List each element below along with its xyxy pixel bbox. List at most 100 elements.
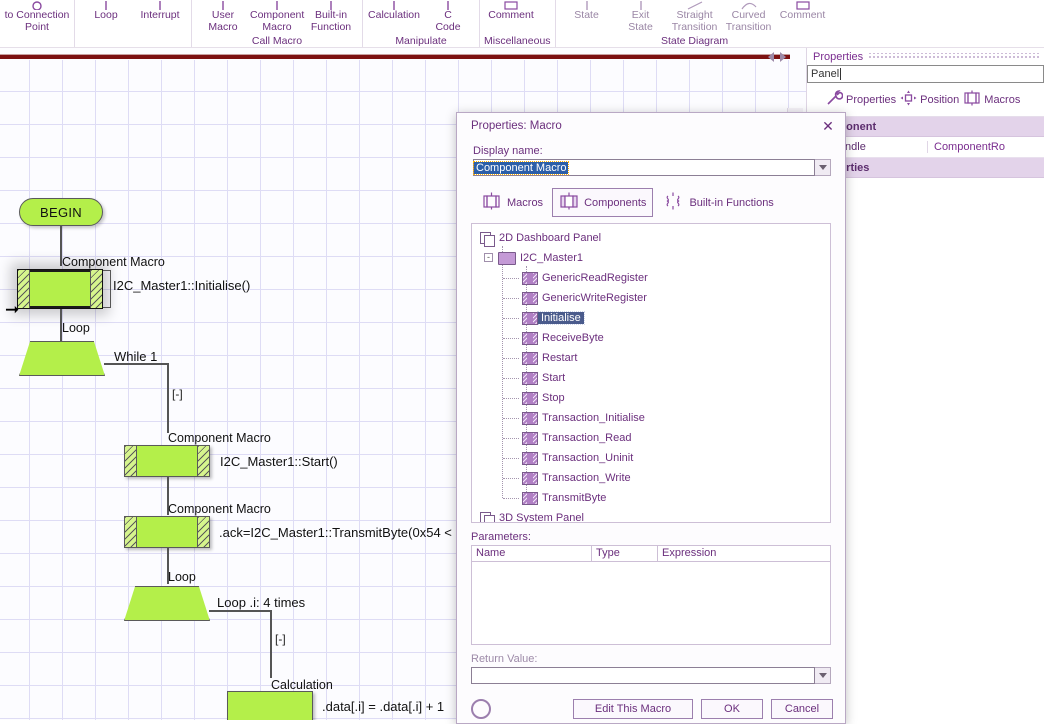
tree-item-start[interactable]: Start <box>472 368 830 388</box>
ribbon-button-label: User <box>211 9 235 21</box>
flow-node-calculation[interactable] <box>227 691 313 720</box>
ribbon-button-label: Exit <box>631 9 650 21</box>
flow-node-expr-initialise: I2C_Master1::Initialise() <box>113 278 251 293</box>
ribbon-button-loop[interactable]: Loop <box>79 0 133 22</box>
flow-node-title-transmitbyte: Component Macro <box>168 502 271 516</box>
tree-item-label: 2D Dashboard Panel <box>499 232 602 244</box>
flow-connector <box>270 610 272 678</box>
dialog-tab-macros[interactable]: Macros <box>475 188 550 217</box>
tree-item-receivebyte[interactable]: ReceiveByte <box>472 328 830 348</box>
panel-icon <box>480 511 495 522</box>
tree-item-transmitbyte[interactable]: TransmitByte <box>472 488 830 508</box>
page-prev-icon[interactable] <box>768 52 774 62</box>
ribbon-button-c-code[interactable]: C Code <box>421 0 475 33</box>
tree-item-label: Transaction_Uninit <box>542 452 634 464</box>
canvas-page-nav[interactable] <box>768 50 806 64</box>
display-name-input[interactable]: Component Macro <box>473 159 815 176</box>
tree-item-3d-system-panel[interactable]: 3D System Panel <box>472 508 830 522</box>
folder-icon <box>498 251 516 265</box>
tree-item-genericreadregister[interactable]: GenericReadRegister <box>472 268 830 288</box>
ribbon-toolbar: to ConnectionPoint.LoopInterrupt.UserMac… <box>0 0 1044 48</box>
flow-node-component-macro-initialise[interactable] <box>17 269 103 309</box>
ribbon-button-comment[interactable]: Comment <box>484 0 538 22</box>
ribbon-button-built-in-function[interactable]: Built-in Function <box>304 0 358 33</box>
tree-item-label: Transaction_Read <box>542 432 632 444</box>
parameters-label: Parameters: <box>471 531 531 543</box>
parameters-table[interactable]: Name Type Expression <box>471 545 831 645</box>
properties-panel-header: Properties <box>807 48 1044 65</box>
display-name-row: Component Macro <box>473 159 831 176</box>
ribbon-button-to-connection-point[interactable]: to Connection Point <box>4 0 70 33</box>
ribbon-group-unnamed-1: LoopInterrupt. <box>75 0 192 48</box>
macro-icon <box>522 491 538 505</box>
parameters-body[interactable] <box>472 562 830 644</box>
tab-position[interactable]: Position <box>900 90 959 109</box>
tree-item-2d-dashboard-panel[interactable]: 2D Dashboard Panel <box>472 228 830 248</box>
cancel-button[interactable]: Cancel <box>771 699 833 719</box>
ribbon-button-component-macro[interactable]: Component Macro <box>250 0 304 33</box>
tree-item-label: ReceiveByte <box>542 332 604 344</box>
tree-item-transaction_write[interactable]: Transaction_Write <box>472 468 830 488</box>
flow-connector <box>167 363 169 433</box>
properties-object-combo[interactable]: Panel <box>807 65 1044 83</box>
macro-icon <box>522 451 538 465</box>
return-value-dropdown-button[interactable] <box>815 667 831 684</box>
component-tree[interactable]: 2D Dashboard Panel - I2C_Master1 GenericRea… <box>471 223 831 523</box>
tree-item-restart[interactable]: Restart <box>472 348 830 368</box>
tree-item-transaction_initialise[interactable]: Transaction_Initialise <box>472 408 830 428</box>
flow-node-loop-4times[interactable] <box>124 586 210 621</box>
flow-node-loop-while[interactable] <box>19 341 105 376</box>
ribbon-button-label: Macro <box>208 20 238 33</box>
tree-item-i2c_master1[interactable]: - I2C_Master1 <box>472 248 830 268</box>
macro-properties-dialog[interactable]: Properties: Macro ✕ Display name: Compon… <box>456 112 846 724</box>
dialog-titlebar: Properties: Macro ✕ <box>457 113 845 139</box>
return-value-input[interactable] <box>471 667 815 684</box>
dialog-tab-builtin-functions[interactable]: Built-in Functions <box>655 188 780 217</box>
tree-expander-icon[interactable]: - <box>484 253 493 262</box>
tree-guide <box>503 318 519 319</box>
ribbon-button-label: State <box>574 9 599 21</box>
dialog-tab-components[interactable]: Components <box>552 188 654 217</box>
flow-node-title-calculation: Calculation <box>271 678 333 692</box>
tree-guide <box>503 338 519 339</box>
ok-button[interactable]: OK <box>701 699 763 719</box>
flow-node-begin[interactable]: BEGIN <box>19 198 103 226</box>
tree-guide <box>503 358 519 359</box>
flow-collapse-mark-1[interactable]: [-] <box>172 387 183 401</box>
help-icon[interactable] <box>471 699 491 719</box>
ribbon-button-label: Function <box>310 20 352 33</box>
ribbon-button-label: Point <box>25 20 49 33</box>
tab-macros[interactable]: Macros <box>963 90 1020 109</box>
tree-item-label: TransmitByte <box>542 492 607 504</box>
tree-item-transaction_uninit[interactable]: Transaction_Uninit <box>472 448 830 468</box>
tree-item-label: Start <box>542 372 566 384</box>
page-next-icon[interactable] <box>780 52 786 62</box>
ribbon-button-label: Built-in <box>314 9 348 21</box>
ribbon-group-miscellaneous: Comment Miscellaneous <box>480 0 556 48</box>
flow-node-component-macro-transmitbyte[interactable] <box>124 516 210 548</box>
close-icon[interactable]: ✕ <box>817 116 839 136</box>
tree-guide <box>503 458 519 459</box>
edit-this-macro-button[interactable]: Edit This Macro <box>573 699 693 719</box>
tree-item-initialise[interactable]: Initialise <box>472 308 830 328</box>
properties-object-value: Panel <box>811 68 840 80</box>
ribbon-groups: to ConnectionPoint.LoopInterrupt.UserMac… <box>0 0 834 48</box>
ribbon-button-label: Transition <box>671 20 718 33</box>
ribbon-button-calculation[interactable]: Calculation <box>367 0 421 22</box>
ribbon-group-items: to Connection Point <box>4 0 70 34</box>
tree-item-stop[interactable]: Stop <box>472 388 830 408</box>
display-name-dropdown-button[interactable] <box>815 159 831 176</box>
tree-item-transaction_read[interactable]: Transaction_Read <box>472 428 830 448</box>
panel-drag-handle[interactable] <box>868 53 1040 60</box>
flow-node-component-macro-start[interactable] <box>124 445 210 477</box>
ribbon-group-items: User Macro Component Macro Built-in Function <box>196 0 358 34</box>
flow-node-expr-start: I2C_Master1::Start() <box>220 454 338 469</box>
flow-collapse-mark-2[interactable]: [-] <box>275 632 286 646</box>
builtin-icon <box>662 192 684 213</box>
ribbon-button-interrupt[interactable]: Interrupt <box>133 0 187 22</box>
dialog-tab-components-label: Components <box>584 196 647 209</box>
tree-item-genericwriteregister[interactable]: GenericWriteRegister <box>472 288 830 308</box>
tab-properties[interactable]: Properties <box>825 90 896 109</box>
ribbon-button-user-macro[interactable]: User Macro <box>196 0 250 33</box>
macro-icon <box>482 192 502 213</box>
